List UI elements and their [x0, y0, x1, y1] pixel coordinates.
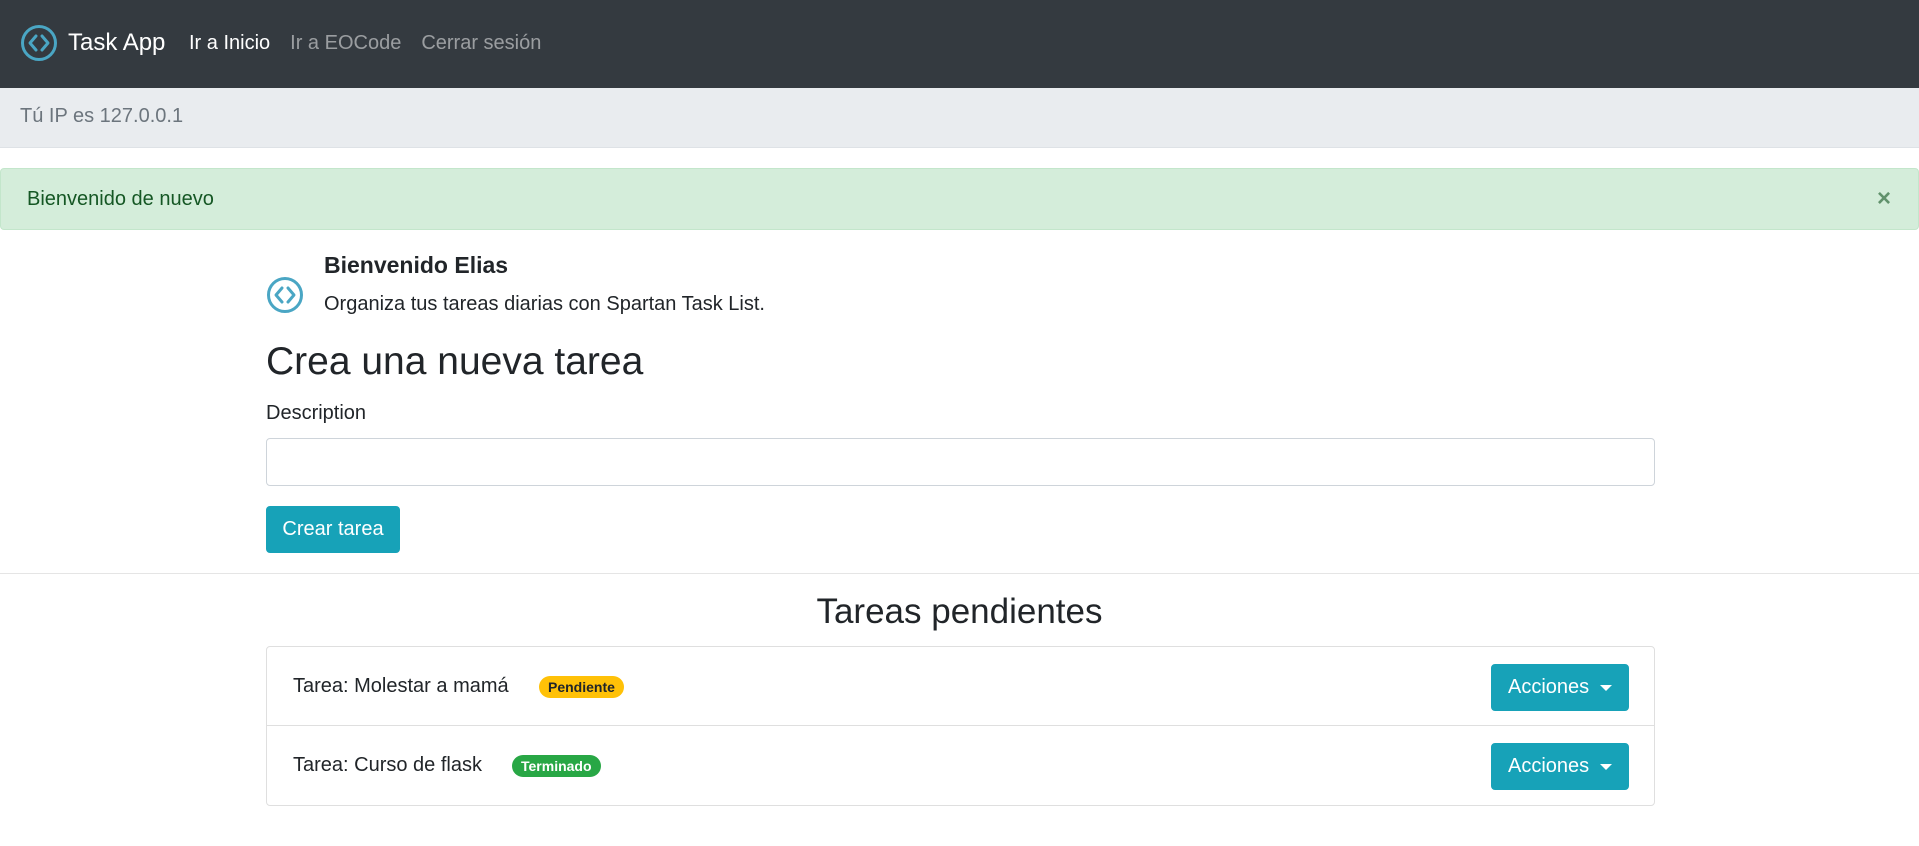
nav-link-eocode[interactable]: Ir a EOCode — [290, 28, 401, 58]
actions-label: Acciones — [1508, 755, 1590, 777]
nav-link-logout[interactable]: Cerrar sesión — [421, 28, 541, 58]
ip-bar: Tú IP es 127.0.0.1 — [0, 88, 1919, 148]
welcome-subtitle: Organiza tus tareas diarias con Spartan … — [324, 293, 765, 315]
brand[interactable]: Task App — [20, 23, 165, 63]
alert-message: Bienvenido de nuevo — [27, 188, 214, 210]
caret-down-icon — [1600, 764, 1612, 770]
navbar: Task App Ir a Inicio Ir a EOCode Cerrar … — [0, 0, 1919, 88]
list-item: Tarea: Molestar a mamá Pendiente Accione… — [267, 647, 1654, 726]
list-item: Tarea: Curso de flask Terminado Acciones — [267, 726, 1654, 805]
task-list-title: Tareas pendientes — [816, 592, 1103, 631]
task-text: Tarea: Curso de flask — [293, 754, 482, 776]
actions-button[interactable]: Acciones — [1491, 743, 1629, 790]
actions-button[interactable]: Acciones — [1491, 664, 1629, 711]
form-title: Crea una nueva tarea — [266, 340, 644, 383]
actions-label: Acciones — [1508, 676, 1590, 698]
caret-down-icon — [1600, 685, 1612, 691]
status-badge: Terminado — [512, 755, 601, 777]
divider — [0, 573, 1919, 574]
ip-text: Tú IP es 127.0.0.1 — [20, 105, 184, 127]
task-text: Tarea: Molestar a mamá — [293, 675, 509, 697]
nav-link-inicio[interactable]: Ir a Inicio — [189, 28, 270, 58]
create-task-button[interactable]: Crear tarea — [266, 506, 400, 553]
description-input[interactable] — [266, 438, 1655, 486]
welcome-title: Bienvenido Elias — [324, 252, 509, 278]
status-badge: Pendiente — [539, 676, 624, 698]
nav-links: Ir a Inicio Ir a EOCode Cerrar sesión — [189, 28, 561, 58]
welcome-alert: Bienvenido de nuevo × — [0, 168, 1919, 230]
task-list: Tarea: Molestar a mamá Pendiente Accione… — [266, 646, 1655, 806]
code-circle-icon — [267, 277, 303, 313]
brand-name[interactable]: Task App — [68, 23, 165, 63]
code-circle-icon — [21, 25, 57, 61]
close-icon[interactable]: × — [1872, 185, 1896, 213]
description-label: Description — [266, 402, 367, 424]
